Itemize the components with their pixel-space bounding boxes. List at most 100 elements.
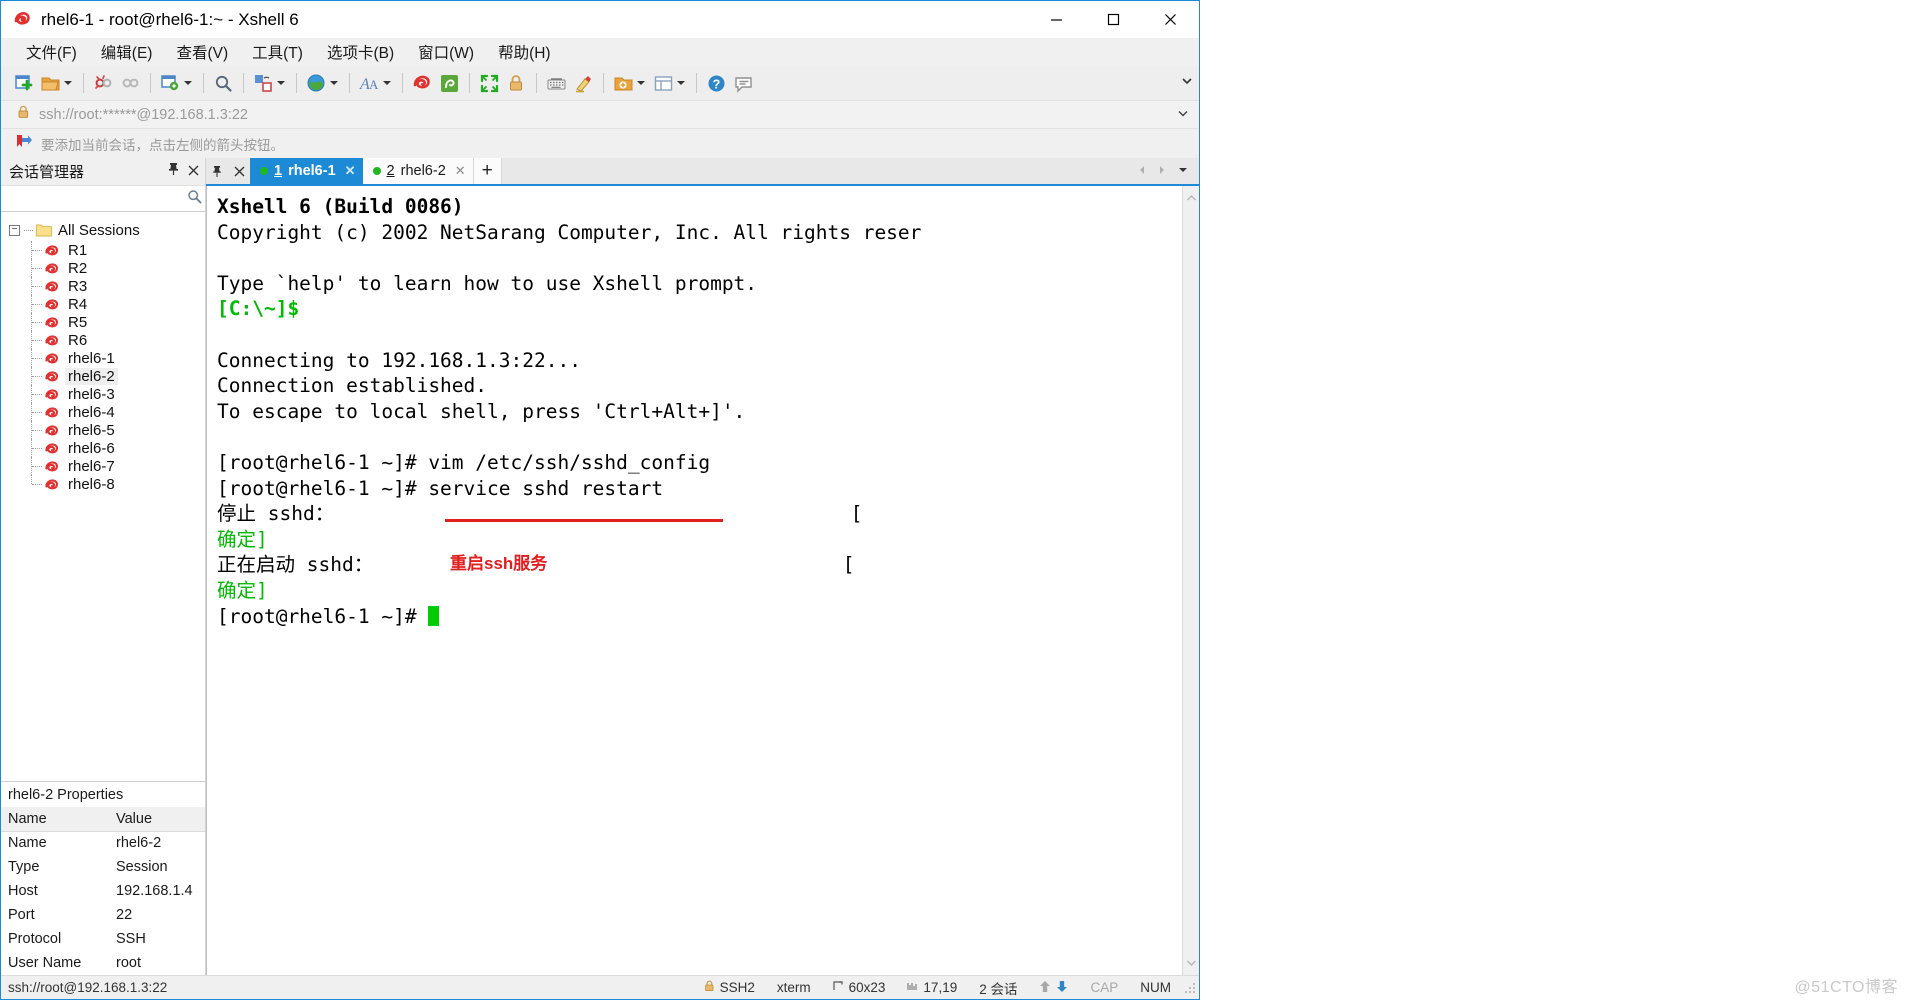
menu-help[interactable]: 帮助(H) — [489, 38, 560, 66]
chevron-down-icon[interactable] — [1177, 106, 1189, 124]
chevron-down-icon[interactable] — [184, 81, 192, 85]
xshell-logo-button[interactable] — [409, 69, 436, 97]
scroll-down-icon[interactable] — [1186, 954, 1197, 972]
session-item-rhel6-6[interactable]: rhel6-6 — [1, 439, 205, 457]
session-item-r3[interactable]: R3 — [1, 277, 205, 295]
session-item-label: R4 — [68, 295, 88, 313]
session-item-rhel6-3[interactable]: rhel6-3 — [1, 385, 205, 403]
status-num: NUM — [1140, 980, 1171, 995]
session-item-label: R3 — [68, 277, 88, 295]
pin-icon[interactable] — [167, 162, 180, 181]
tree-line — [32, 375, 42, 377]
scroll-up-icon[interactable] — [1186, 189, 1197, 207]
tree-line — [31, 295, 32, 313]
tab-close-icon[interactable]: ✕ — [455, 163, 466, 179]
address-bar[interactable]: ssh://root:******@192.168.1.3:22 — [1, 100, 1199, 129]
session-item-rhel6-4[interactable]: rhel6-4 — [1, 403, 205, 421]
menu-tools[interactable]: 工具(T) — [243, 38, 312, 66]
tab-label: rhel6-2 — [400, 163, 446, 179]
chevron-down-icon[interactable] — [677, 81, 685, 85]
chevron-down-icon[interactable] — [637, 81, 645, 85]
search-icon[interactable] — [187, 189, 202, 209]
tab-rhel6-1[interactable]: 1 rhel6-1 ✕ — [250, 158, 363, 184]
reconnect-button[interactable] — [117, 69, 144, 97]
keyboard-button[interactable] — [543, 69, 570, 97]
session-item-label: rhel6-8 — [68, 475, 115, 493]
properties-row: Protocol SSH — [1, 927, 205, 951]
session-item-r5[interactable]: R5 — [1, 313, 205, 331]
tabstrip-pin-icon[interactable] — [206, 158, 228, 184]
properties-row: Host 192.168.1.4 — [1, 879, 205, 903]
maximize-button[interactable] — [1085, 1, 1142, 38]
size-icon — [833, 980, 844, 995]
tree-line — [31, 457, 32, 475]
toolbar-separator — [696, 73, 697, 93]
hint-bar: 要添加当前会话，点击左侧的箭头按钮。 — [1, 129, 1199, 158]
terminal-scrollbar[interactable] — [1182, 186, 1199, 975]
terminal-output[interactable]: Xshell 6 (Build 0086) Copyright (c) 2002 … — [207, 186, 1182, 975]
menu-view[interactable]: 查看(V) — [167, 38, 237, 66]
font-button[interactable]: A A — [356, 69, 396, 97]
session-item-rhel6-7[interactable]: rhel6-7 — [1, 457, 205, 475]
toolbar-overflow-icon[interactable] — [1181, 74, 1193, 92]
minimize-button[interactable] — [1028, 1, 1085, 38]
window-body: 会话管理器 − All Sessions R1 R2 R3 R4 R5 R6 r… — [1, 158, 1199, 975]
session-tree[interactable]: − All Sessions R1 R2 R3 R4 R5 R6 rhel6-1 rhel6-… — [1, 212, 205, 781]
globe-button[interactable] — [303, 69, 343, 97]
tab-rhel6-2[interactable]: 2 rhel6-2 ✕ — [362, 158, 474, 184]
highlight-button[interactable] — [570, 69, 597, 97]
tabstrip-close-icon[interactable] — [228, 158, 250, 184]
session-item-r1[interactable]: R1 — [1, 241, 205, 259]
close-button[interactable] — [1142, 1, 1199, 38]
session-item-rhel6-8[interactable]: rhel6-8 — [1, 475, 205, 493]
session-item-rhel6-2[interactable]: rhel6-2 — [1, 367, 205, 385]
chevron-down-icon[interactable] — [277, 81, 285, 85]
menu-file[interactable]: 文件(F) — [17, 38, 86, 66]
tree-line — [24, 229, 33, 231]
collapse-icon[interactable]: − — [9, 224, 20, 236]
session-manager-header: 会话管理器 — [1, 158, 205, 186]
session-search-bar[interactable] — [1, 186, 205, 212]
layout-button[interactable] — [650, 69, 690, 97]
session-item-rhel6-1[interactable]: rhel6-1 — [1, 349, 205, 367]
lock-button[interactable] — [503, 69, 530, 97]
file-transfer-button[interactable] — [250, 69, 290, 97]
chevron-down-icon[interactable] — [383, 81, 391, 85]
feedback-button[interactable] — [730, 69, 757, 97]
resize-grip[interactable] — [1184, 981, 1196, 994]
bookmark-arrow-icon[interactable] — [16, 134, 33, 154]
menu-edit[interactable]: 编辑(E) — [92, 38, 162, 66]
menu-tabs[interactable]: 选项卡(B) — [318, 38, 403, 66]
session-item-r4[interactable]: R4 — [1, 295, 205, 313]
session-item-r6[interactable]: R6 — [1, 331, 205, 349]
chevron-left-icon[interactable] — [1137, 162, 1147, 180]
terminal-line: [root@rhel6-1 ~]# vim /etc/ssh/sshd_conf… — [217, 450, 711, 474]
xshell-session-icon — [44, 351, 60, 366]
new-session-button[interactable] — [10, 69, 37, 97]
chevron-right-icon[interactable] — [1157, 162, 1167, 180]
open-session-button[interactable] — [37, 69, 77, 97]
fullscreen-button[interactable] — [476, 69, 503, 97]
menu-window[interactable]: 窗口(W) — [409, 38, 483, 66]
tree-root-all-sessions[interactable]: − All Sessions — [1, 219, 205, 241]
chevron-down-icon[interactable] — [330, 81, 338, 85]
close-icon[interactable] — [188, 163, 199, 181]
status-bar: ssh://root@192.168.1.3:22 SSH2 xterm 60x… — [1, 975, 1199, 999]
address-value[interactable]: ssh://root:******@192.168.1.3:22 — [39, 107, 248, 123]
new-tab-button[interactable]: + — [473, 158, 502, 184]
search-input[interactable] — [7, 190, 187, 207]
session-item-r2[interactable]: R2 — [1, 259, 205, 277]
properties-cell-name: User Name — [8, 955, 82, 971]
disconnect-button[interactable] — [90, 69, 117, 97]
tab-close-icon[interactable]: ✕ — [345, 163, 356, 179]
tab-list-icon[interactable] — [1177, 162, 1189, 180]
new-folder-button[interactable] — [610, 69, 650, 97]
chevron-down-icon[interactable] — [64, 81, 72, 85]
xftp-button[interactable] — [436, 69, 463, 97]
session-properties-button[interactable] — [157, 69, 197, 97]
find-button[interactable] — [210, 69, 237, 97]
xshell-session-icon — [44, 423, 60, 438]
session-manager-title: 会话管理器 — [9, 164, 85, 181]
session-item-rhel6-5[interactable]: rhel6-5 — [1, 421, 205, 439]
help-button[interactable]: ? — [703, 69, 730, 97]
